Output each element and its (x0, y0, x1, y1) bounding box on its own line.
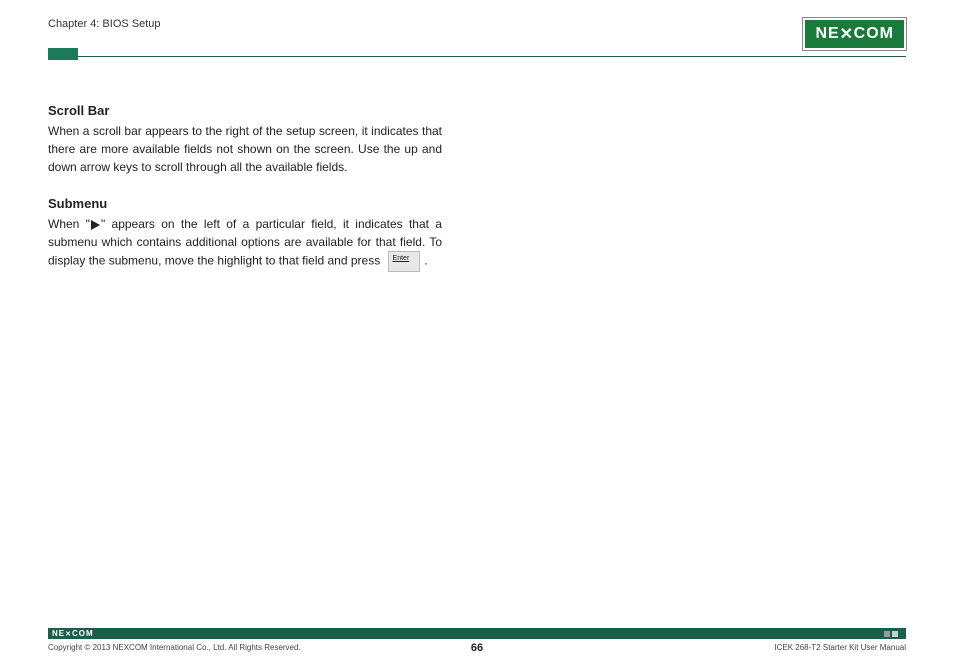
enter-key-icon: Enter (388, 251, 421, 272)
scroll-bar-heading: Scroll Bar (48, 103, 442, 118)
footer-info: Copyright © 2013 NEXCOM International Co… (48, 643, 906, 652)
page-number: 66 (471, 642, 483, 654)
submenu-heading: Submenu (48, 196, 442, 211)
footer-square (892, 631, 898, 637)
page-header: Chapter 4: BIOS Setup NE✕COM (0, 0, 954, 50)
logo-text-right: COM (854, 25, 894, 43)
page-footer: NE✕COM Copyright © 2013 NEXCOM Internati… (48, 628, 906, 652)
footer-logo: NE✕COM (48, 629, 94, 638)
header-accent-bar (48, 48, 78, 60)
nexcom-logo: NE✕COM (803, 18, 906, 50)
scroll-bar-text: When a scroll bar appears to the right o… (48, 122, 442, 176)
copyright-text: Copyright © 2013 NEXCOM International Co… (48, 643, 301, 652)
submenu-text-part3: . (424, 253, 427, 267)
submenu-text-part2: " appears on the left of a particular fi… (48, 217, 442, 267)
submenu-text-part1: When " (48, 217, 90, 231)
manual-name: ICEK 268-T2 Starter Kit User Manual (774, 643, 906, 652)
logo-text-x: ✕ (840, 24, 854, 44)
footer-squares-icon (884, 631, 898, 637)
submenu-text: When "" appears on the left of a particu… (48, 215, 442, 272)
triangle-right-icon (91, 220, 100, 230)
chapter-title: Chapter 4: BIOS Setup (48, 18, 161, 30)
footer-bar: NE✕COM (48, 628, 906, 639)
footer-square (884, 631, 890, 637)
logo-text-left: NE (815, 25, 839, 43)
main-content: Scroll Bar When a scroll bar appears to … (0, 57, 490, 272)
